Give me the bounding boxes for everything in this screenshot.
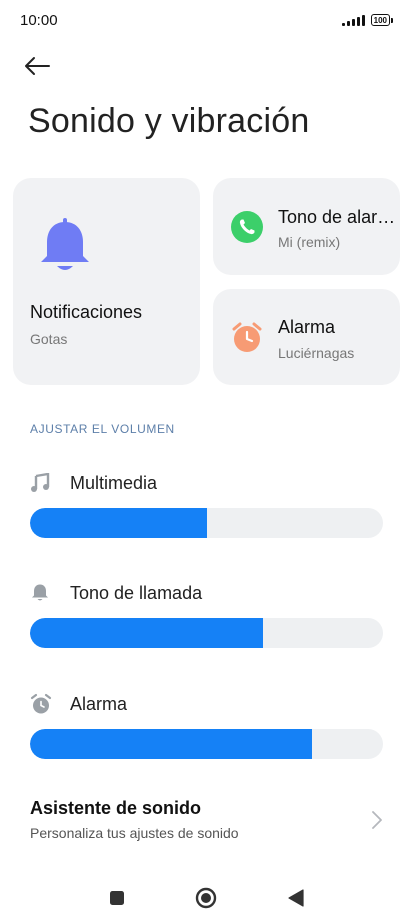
sound-assistant-row[interactable]: Asistente de sonido Personaliza tus ajus…	[0, 790, 413, 852]
ringtone-card[interactable]: Tono de alarma Mi (remix)	[213, 178, 400, 275]
bell-small-icon	[32, 584, 48, 601]
volume-slider-alarm[interactable]	[30, 729, 383, 759]
navigation-bar	[0, 876, 413, 916]
bell-icon	[41, 218, 89, 270]
notifications-title: Notificaciones	[30, 302, 143, 322]
volume-row-ringtone: Tono de llamada	[30, 578, 383, 648]
volume-fill-multimedia	[30, 508, 207, 538]
ringtone-subtitle: Mi (remix)	[278, 234, 341, 250]
battery-icon: 100	[370, 14, 393, 26]
chevron-right-icon	[372, 811, 382, 829]
volume-fill-ringtone	[30, 618, 263, 648]
volume-label-ringtone: Tono de llamada	[70, 582, 203, 603]
page-title: Sonido y vibración	[28, 102, 310, 140]
volume-fill-alarm	[30, 729, 313, 759]
volume-slider-multimedia[interactable]	[30, 508, 383, 538]
alarm-subtitle: Luciérnagas	[278, 345, 355, 361]
volume-label-multimedia: Multimedia	[70, 472, 158, 493]
alarm-card[interactable]: Alarma Luciérnagas	[213, 289, 400, 385]
battery-level: 100	[373, 15, 387, 25]
triangle-back-icon	[288, 889, 304, 907]
status-bar: 10:00 100	[0, 0, 413, 40]
notifications-card[interactable]: Notificaciones Gotas	[13, 178, 200, 385]
circle-icon	[195, 887, 217, 909]
arrow-left-icon	[25, 57, 50, 75]
music-note-icon	[31, 473, 50, 492]
back-button[interactable]	[24, 50, 64, 82]
signal-icon	[341, 14, 365, 26]
sound-assistant-subtitle: Personaliza tus ajustes de sonido	[30, 825, 239, 841]
back-nav-button[interactable]	[284, 886, 308, 910]
status-icons: 100	[341, 14, 393, 26]
volume-label-alarm: Alarma	[70, 693, 128, 714]
alarm-small-icon	[30, 693, 52, 714]
alarm-title: Alarma	[278, 317, 336, 337]
volume-slider-ringtone[interactable]	[30, 618, 383, 648]
phone-icon	[231, 211, 263, 243]
volume-row-alarm: Alarma	[30, 689, 383, 759]
ringtone-title: Tono de alarma	[278, 207, 396, 227]
volume-section-label: AJUSTAR EL VOLUMEN	[30, 422, 175, 436]
alarm-clock-icon	[232, 322, 262, 352]
sound-assistant-title: Asistente de sonido	[30, 798, 202, 818]
status-time: 10:00	[20, 11, 58, 29]
recents-button[interactable]	[105, 886, 129, 910]
square-icon	[110, 891, 124, 905]
home-button[interactable]	[194, 886, 218, 910]
volume-row-multimedia: Multimedia	[30, 468, 383, 538]
notifications-subtitle: Gotas	[30, 331, 68, 347]
